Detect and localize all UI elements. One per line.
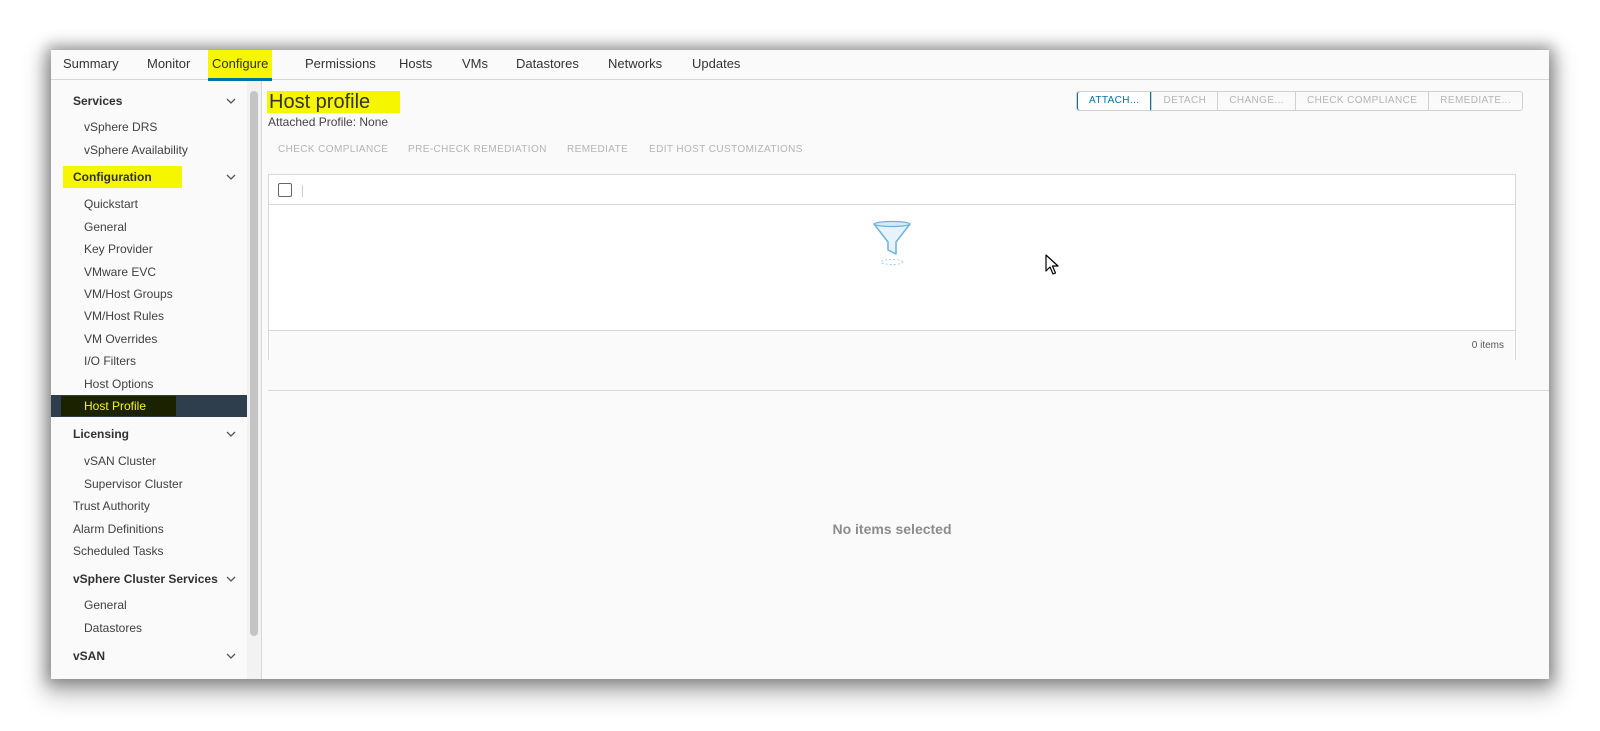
attach-button[interactable]: ATTACH... xyxy=(1077,92,1152,110)
sidebar-section-label: Configuration xyxy=(63,166,182,188)
change-button[interactable]: CHANGE... xyxy=(1217,92,1295,110)
sidebar-item-quickstart[interactable]: Quickstart xyxy=(51,193,247,215)
chevron-down-icon xyxy=(226,431,236,437)
tab-datastores[interactable]: Datastores xyxy=(512,50,583,80)
sidebar-item-vm-overrides[interactable]: VM Overrides xyxy=(51,328,247,350)
sidebar-item-vm-host-groups[interactable]: VM/Host Groups xyxy=(51,283,247,305)
sidebar-item-label: Host Profile xyxy=(61,396,177,416)
sidebar-section-configuration[interactable]: Configuration xyxy=(51,166,247,188)
page-title: Host profile xyxy=(267,91,401,113)
sidebar-item-io-filters[interactable]: I/O Filters xyxy=(51,350,247,372)
item-count: 0 items xyxy=(1471,340,1504,351)
datagrid-header xyxy=(269,175,1515,205)
vsphere-window: Summary Monitor Configure Permissions Ho… xyxy=(51,50,1549,679)
sidebar-item-cluster-general[interactable]: General xyxy=(51,594,247,616)
chevron-down-icon xyxy=(226,174,236,180)
tab-monitor[interactable]: Monitor xyxy=(143,50,194,80)
sidebar-item-general[interactable]: General xyxy=(51,216,247,238)
sidebar-item-cluster-datastores[interactable]: Datastores xyxy=(51,617,247,639)
tab-networks[interactable]: Networks xyxy=(604,50,666,80)
sidebar-item-vsan-cluster[interactable]: vSAN Cluster xyxy=(51,450,247,472)
chevron-down-icon xyxy=(226,653,236,659)
sidebar-item-alarm-definitions[interactable]: Alarm Definitions xyxy=(51,518,247,540)
tab-summary[interactable]: Summary xyxy=(59,50,123,80)
main-content: Host profile Attached Profile: None ATTA… xyxy=(262,81,1549,679)
sidebar-scrollbar[interactable] xyxy=(247,81,261,679)
chevron-down-icon xyxy=(226,576,236,582)
sidebar-section-licensing[interactable]: Licensing xyxy=(51,423,247,445)
tab-hosts[interactable]: Hosts xyxy=(395,50,436,80)
remediate-top-button[interactable]: REMEDIATE... xyxy=(1428,92,1522,110)
datagrid-body xyxy=(269,206,1515,330)
datagrid-footer: 0 items xyxy=(269,330,1515,360)
sidebar-section-vsan[interactable]: vSAN xyxy=(51,645,247,667)
tab-permissions[interactable]: Permissions xyxy=(301,50,380,80)
sidebar-item-vsphere-availability[interactable]: vSphere Availability xyxy=(51,139,247,161)
sidebar-item-supervisor-cluster[interactable]: Supervisor Cluster xyxy=(51,473,247,495)
check-compliance-button[interactable]: CHECK COMPLIANCE xyxy=(278,144,388,155)
tab-bar: Summary Monitor Configure Permissions Ho… xyxy=(51,50,1549,81)
sidebar-item-vm-host-rules[interactable]: VM/Host Rules xyxy=(51,305,247,327)
tab-updates[interactable]: Updates xyxy=(688,50,744,80)
sidebar-item-trust-authority[interactable]: Trust Authority xyxy=(51,495,247,517)
sidebar-section-label: Licensing xyxy=(73,427,130,441)
edit-host-customizations-button[interactable]: EDIT HOST CUSTOMIZATIONS xyxy=(649,144,803,155)
tab-configure[interactable]: Configure xyxy=(208,50,273,81)
funnel-icon xyxy=(873,220,911,265)
detail-divider xyxy=(268,390,1549,391)
sidebar-item-scheduled-tasks[interactable]: Scheduled Tasks xyxy=(51,540,247,562)
select-all-checkbox[interactable] xyxy=(278,183,292,197)
sidebar-section-services[interactable]: Services xyxy=(51,90,247,112)
sidebar-item-host-options[interactable]: Host Options xyxy=(51,373,247,395)
sidebar-scrollbar-thumb[interactable] xyxy=(250,91,258,636)
profile-button-group: ATTACH... DETACH CHANGE... CHECK COMPLIA… xyxy=(1076,91,1523,111)
sidebar-section-label: vSphere Cluster Services xyxy=(73,572,218,586)
sidebar-item-vmware-evc[interactable]: VMware EVC xyxy=(51,261,247,283)
sidebar-item-key-provider[interactable]: Key Provider xyxy=(51,238,247,260)
no-items-selected-message: No items selected xyxy=(832,521,952,537)
sidebar: Services vSphere DRS vSphere Availabilit… xyxy=(51,81,247,679)
sidebar-section-label: Services xyxy=(73,94,123,108)
detach-button[interactable]: DETACH xyxy=(1151,92,1217,110)
sidebar-item-vsphere-drs[interactable]: vSphere DRS xyxy=(51,116,247,138)
sidebar-item-host-profile[interactable]: Host Profile xyxy=(51,395,247,417)
chevron-down-icon xyxy=(226,98,236,104)
check-compliance-top-button[interactable]: CHECK COMPLIANCE xyxy=(1294,92,1428,110)
hosts-datagrid: 0 items xyxy=(268,174,1516,360)
attached-profile-label: Attached Profile: None xyxy=(268,115,389,129)
sidebar-section-cluster-services[interactable]: vSphere Cluster Services xyxy=(51,568,247,590)
pre-check-remediation-button[interactable]: PRE-CHECK REMEDIATION xyxy=(408,144,547,155)
remediate-button[interactable]: REMEDIATE xyxy=(567,144,628,155)
column-separator[interactable] xyxy=(302,185,303,197)
tab-vms[interactable]: VMs xyxy=(458,50,492,80)
mouse-cursor-icon xyxy=(1045,254,1059,275)
sidebar-section-label: vSAN xyxy=(73,649,106,663)
